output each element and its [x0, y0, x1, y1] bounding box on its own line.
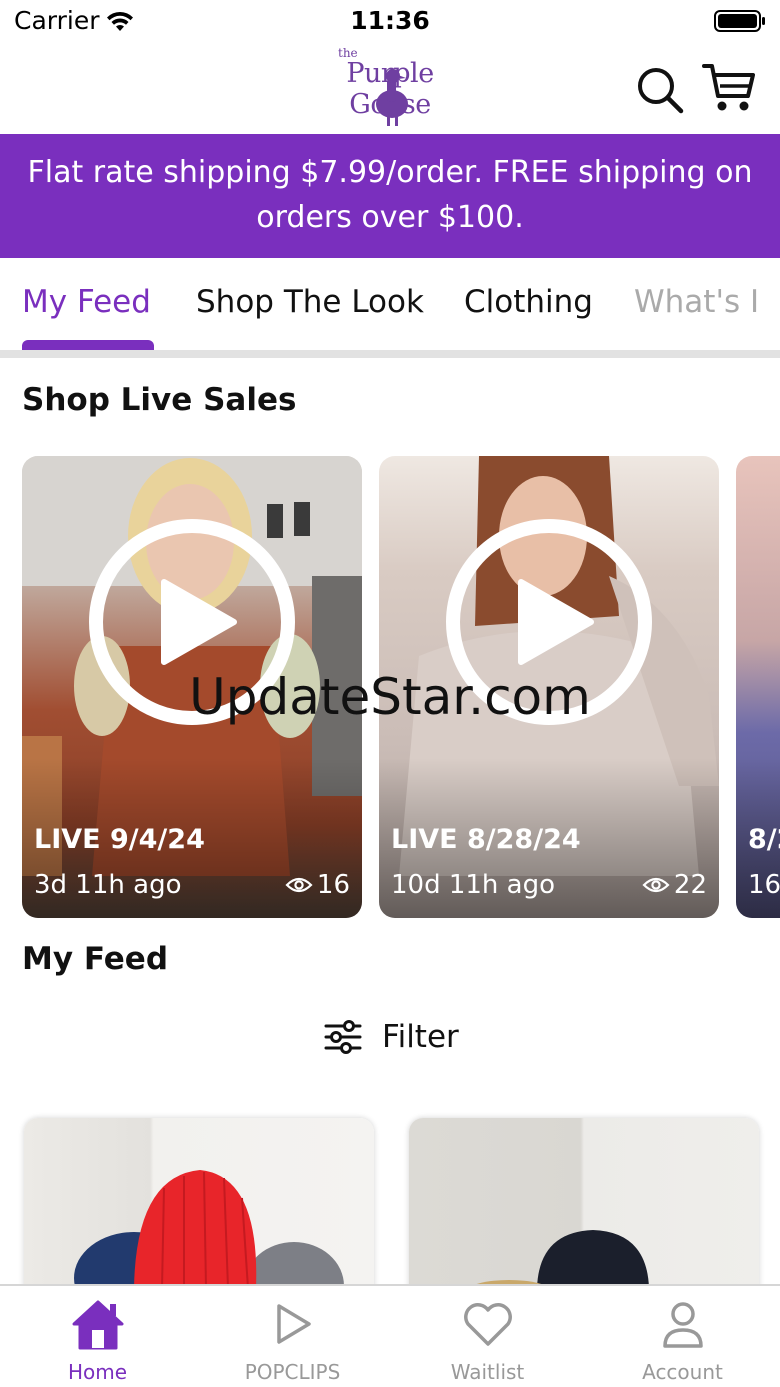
filter-label: Filter [382, 1019, 459, 1055]
nav-home-label: Home [67, 1360, 128, 1384]
nav-account[interactable]: Account [585, 1286, 780, 1387]
tabs-divider [0, 350, 780, 358]
live-time-ago: 10d 11h ago [391, 870, 556, 900]
view-count-value: 16 [316, 870, 350, 900]
eye-icon [285, 877, 313, 893]
eye-icon [642, 877, 670, 893]
watermark-text: UpdateStar.com [189, 668, 591, 726]
sliders-icon [324, 1020, 362, 1054]
battery-icon [714, 10, 765, 32]
live-date-label: 8/2 [748, 824, 780, 855]
nav-waitlist-label: Waitlist [450, 1360, 525, 1384]
play-icon [277, 1304, 311, 1344]
live-sales-title: Shop Live Sales [22, 382, 297, 418]
nav-popclips-label: POPCLIPS [244, 1360, 341, 1384]
product-image [74, 1170, 344, 1298]
tab-whats-new[interactable]: What's I [634, 284, 759, 320]
view-count: 22 [642, 870, 707, 900]
heart-icon [464, 1303, 512, 1346]
live-time-ago: 16 [748, 870, 780, 900]
clock: 11:36 [350, 6, 430, 35]
goose-icon [376, 69, 408, 126]
tab-clothing[interactable]: Clothing [464, 284, 593, 320]
cart-icon[interactable] [700, 58, 758, 116]
tab-shop-the-look[interactable]: Shop The Look [196, 284, 424, 320]
app-header: the Purple Goose [0, 44, 780, 134]
live-date-label: LIVE 9/4/24 [34, 824, 205, 855]
live-time-ago: 3d 11h ago [34, 870, 182, 900]
brand-logo[interactable]: the Purple Goose [310, 46, 470, 130]
nav-waitlist[interactable]: Waitlist [390, 1286, 585, 1387]
tab-my-feed[interactable]: My Feed [22, 284, 151, 320]
active-tab-indicator [22, 340, 154, 350]
view-count: 16 [285, 870, 350, 900]
product-card[interactable] [409, 1118, 759, 1298]
nav-home[interactable]: Home [0, 1286, 195, 1387]
my-feed-title: My Feed [22, 941, 169, 977]
filter-button[interactable]: Filter [322, 1016, 459, 1058]
home-icon [72, 1300, 124, 1350]
category-tabs: My Feed Shop The Look Clothing What's I [0, 258, 780, 358]
view-count-value: 22 [673, 870, 707, 900]
promo-text: Flat rate shipping $7.99/order. FREE shi… [27, 155, 753, 235]
nav-account-label: Account [642, 1360, 723, 1384]
person-icon [663, 1302, 703, 1348]
nav-popclips[interactable]: POPCLIPS [195, 1286, 390, 1387]
product-card[interactable] [24, 1118, 374, 1298]
search-icon[interactable] [634, 64, 686, 116]
live-date-label: LIVE 8/28/24 [391, 824, 581, 855]
shipping-promo-banner[interactable]: Flat rate shipping $7.99/order. FREE shi… [0, 134, 780, 258]
status-bar: Carrier 11:36 [0, 0, 780, 44]
product-image [469, 1230, 649, 1298]
bottom-tab-bar: Home POPCLIPS Waitlist Account [0, 1284, 780, 1387]
